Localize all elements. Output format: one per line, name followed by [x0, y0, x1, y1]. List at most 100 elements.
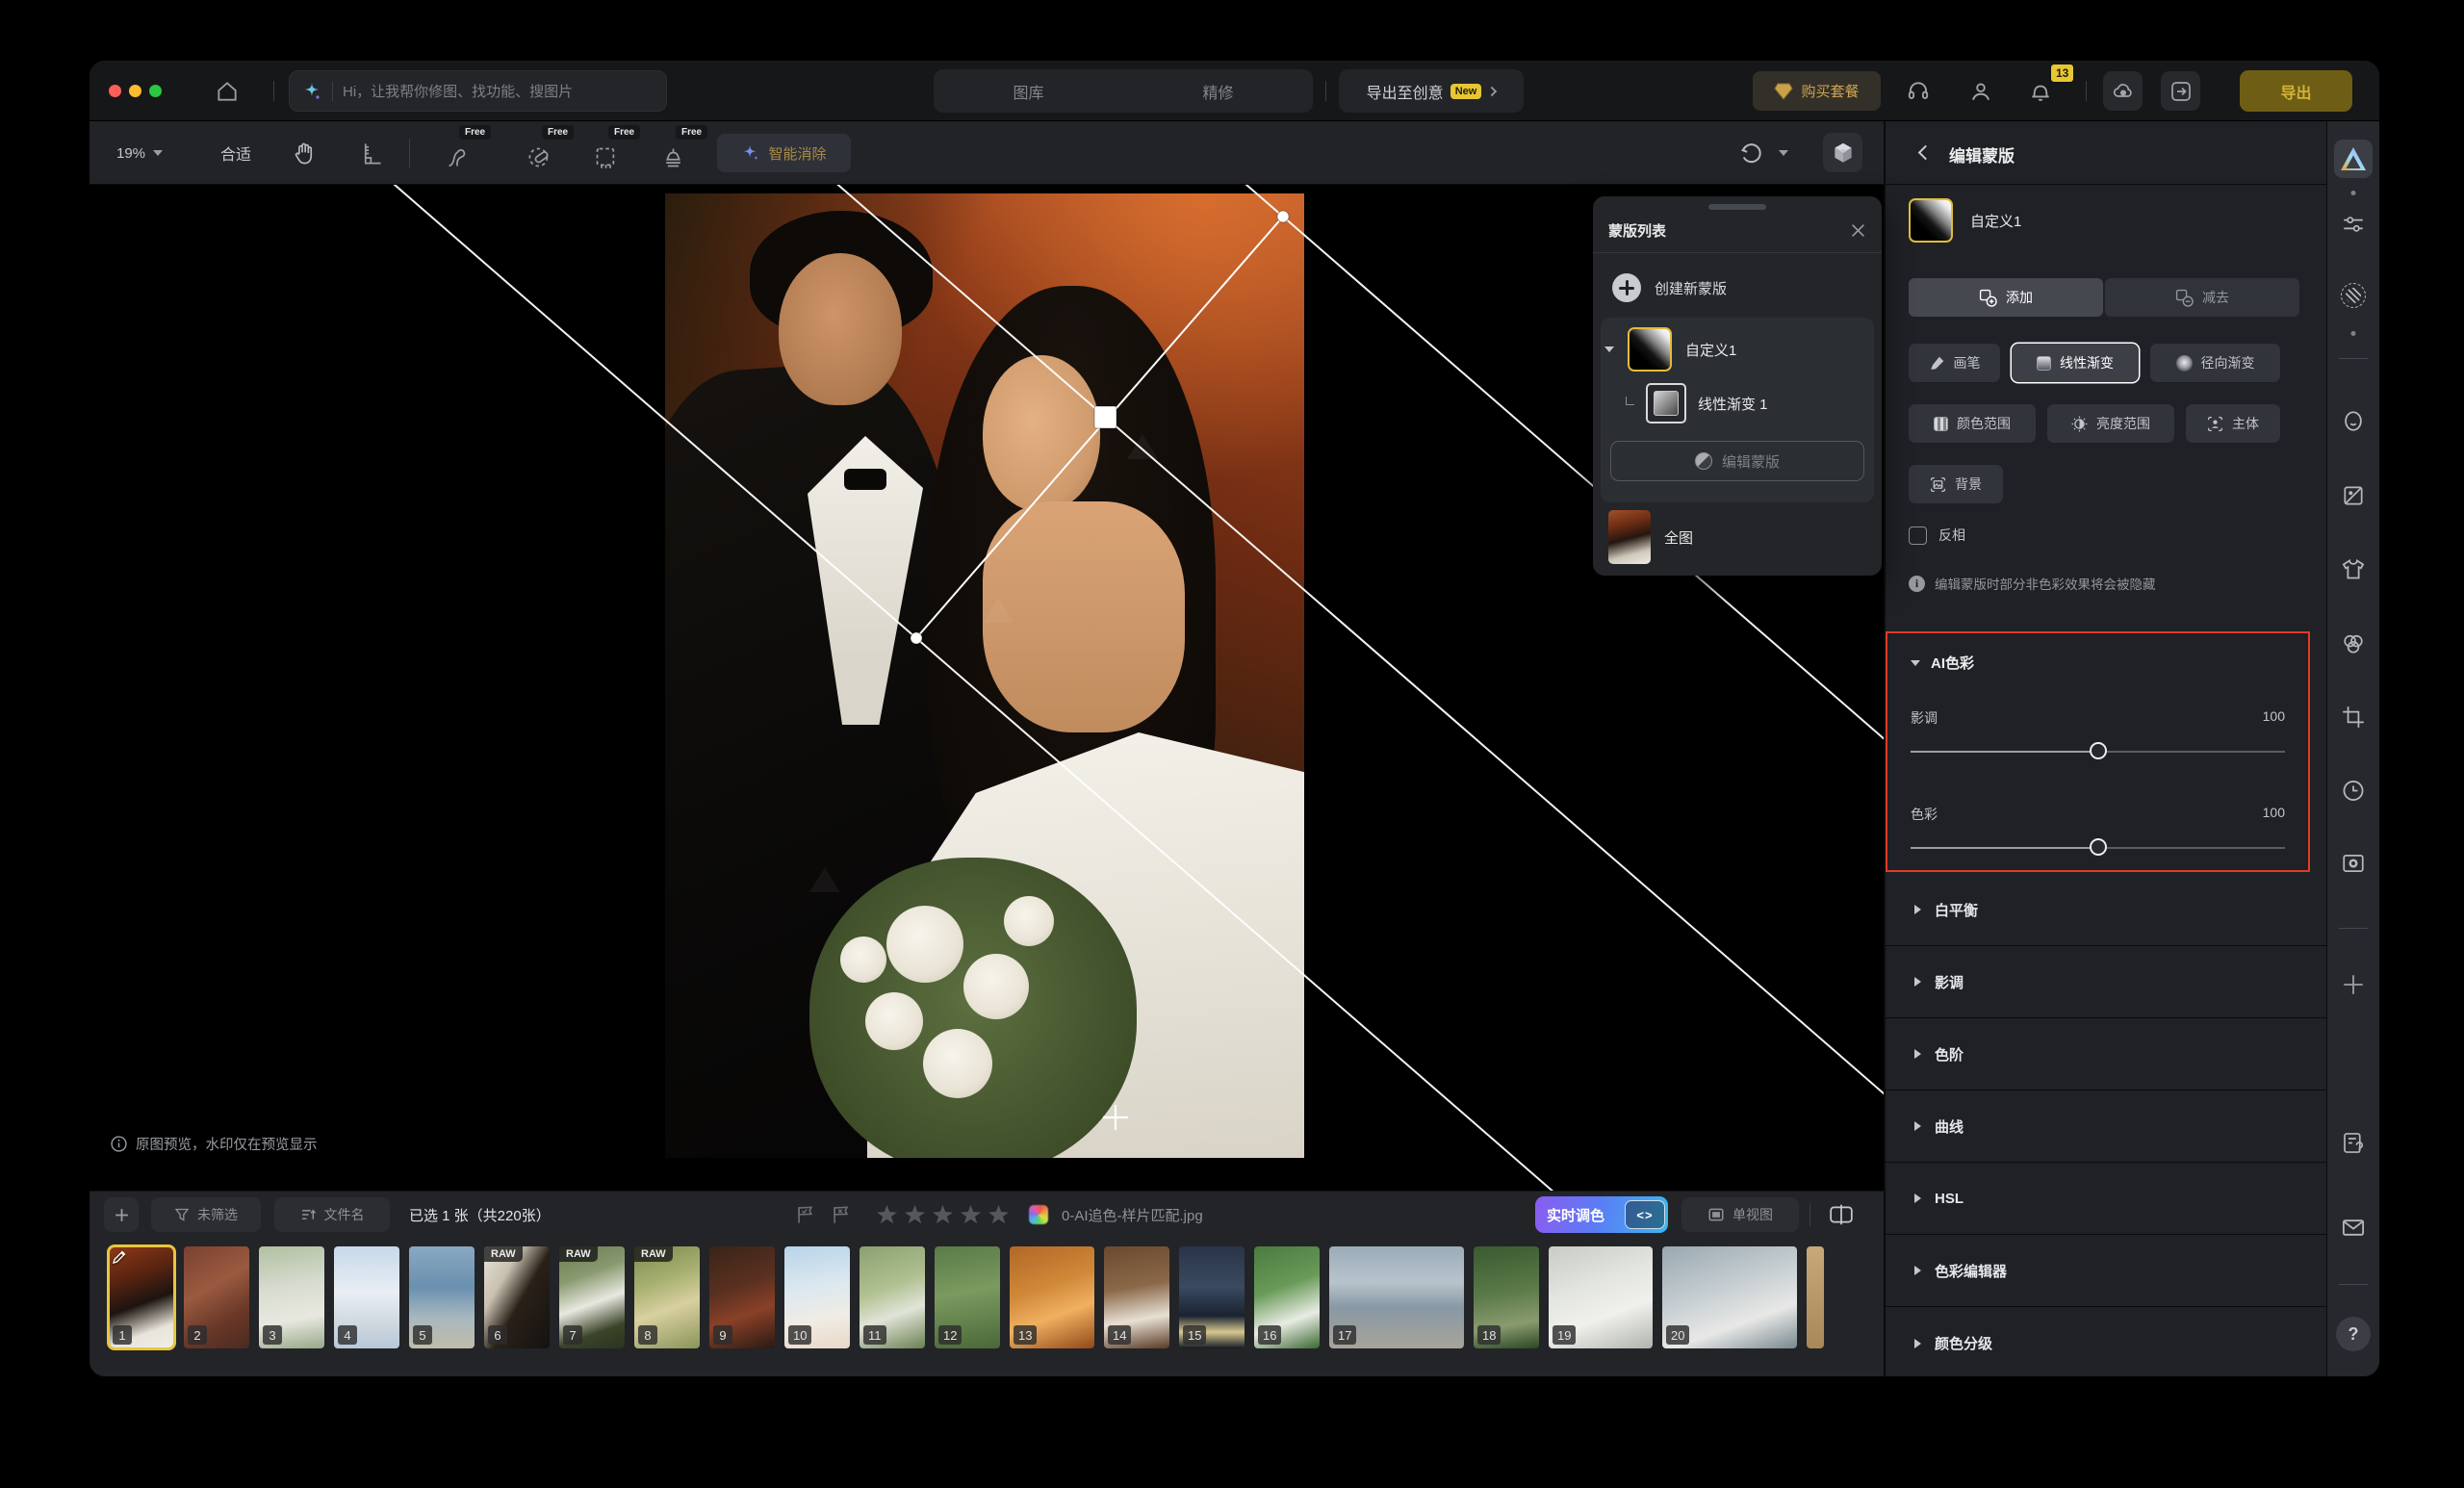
color-slider-knob[interactable]: [2090, 838, 2107, 856]
tool-linear-gradient[interactable]: 线性渐变: [2012, 344, 2139, 382]
star-rating-4[interactable]: [961, 1205, 981, 1224]
cloud-sync-button[interactable]: [2103, 71, 2143, 111]
current-mask-row[interactable]: 自定义1: [1909, 198, 2021, 243]
thumbnail-8[interactable]: RAW8: [634, 1246, 700, 1348]
thumbnail-1[interactable]: 1: [109, 1246, 174, 1348]
tab-retouch[interactable]: 精修: [1123, 69, 1313, 113]
invert-checkbox-row[interactable]: 反相: [1909, 526, 1965, 545]
color-label-icon[interactable]: [1029, 1205, 1048, 1224]
ai-color-section-header[interactable]: AI色彩: [1911, 653, 1974, 673]
tone-slider[interactable]: [1911, 751, 2285, 753]
tone-slider-knob[interactable]: [2090, 742, 2107, 759]
tool-color-range[interactable]: 颜色范围: [1909, 404, 2036, 443]
clothing-icon[interactable]: [2341, 556, 2367, 582]
history-dropdown-icon[interactable]: [1779, 150, 1788, 156]
smart-erase-button[interactable]: 智能消除: [717, 134, 851, 172]
help-button[interactable]: ?: [2336, 1317, 2371, 1351]
section-hsl[interactable]: HSL: [1886, 1163, 2326, 1235]
single-view-button[interactable]: 单视图: [1681, 1197, 1799, 1232]
mail-icon[interactable]: [2341, 1215, 2367, 1241]
close-window-button[interactable]: [109, 85, 121, 97]
star-rating-1[interactable]: [877, 1205, 897, 1224]
portrait-icon[interactable]: [2341, 408, 2367, 434]
history-icon[interactable]: [2341, 778, 2367, 804]
thumbnail-4[interactable]: 4: [334, 1246, 399, 1348]
thumbnail-12[interactable]: 12: [935, 1246, 1000, 1348]
invert-checkbox[interactable]: [1909, 526, 1927, 545]
color-slider[interactable]: [1911, 847, 2285, 849]
support-headset-icon[interactable]: [1906, 79, 1931, 104]
thumbnail-16[interactable]: 16: [1254, 1246, 1320, 1348]
tool-background[interactable]: 背景: [1909, 465, 2003, 503]
thumbnail-10[interactable]: 10: [784, 1246, 850, 1348]
remove-object-tool[interactable]: [660, 144, 686, 170]
app-logo[interactable]: [2334, 140, 2373, 178]
tool-radial-gradient[interactable]: 径向渐变: [2150, 344, 2280, 382]
thumbnail-11[interactable]: 11: [860, 1246, 925, 1348]
flag-reject-icon[interactable]: [831, 1205, 851, 1225]
thumbnail-15[interactable]: 15: [1179, 1246, 1245, 1348]
buy-plan-button[interactable]: 购买套餐: [1753, 71, 1881, 111]
thumbnail-21-partial[interactable]: [1807, 1246, 1824, 1348]
share-export-button[interactable]: [2161, 71, 2200, 111]
thumbnail-13[interactable]: 13: [1010, 1246, 1094, 1348]
split-view-button[interactable]: [1820, 1197, 1862, 1232]
section-levels[interactable]: 色阶: [1886, 1018, 2326, 1090]
adjustments-icon[interactable]: [2341, 212, 2366, 237]
section-white-balance[interactable]: 白平衡: [1886, 874, 2326, 946]
star-rating-5[interactable]: [988, 1205, 1009, 1224]
tool-subject[interactable]: 主体: [2186, 404, 2280, 443]
thumbnail-19[interactable]: 19: [1549, 1246, 1653, 1348]
back-chevron-icon[interactable]: [1918, 145, 1934, 161]
tool-brush[interactable]: 画笔: [1909, 344, 2000, 382]
zoom-window-button[interactable]: [149, 85, 162, 97]
mask-tool-icon[interactable]: [2341, 283, 2366, 308]
liquify-tool[interactable]: [444, 144, 470, 170]
section-tone[interactable]: 影调: [1886, 946, 2326, 1018]
color-blend-icon[interactable]: [2341, 631, 2367, 657]
add-photos-button[interactable]: [104, 1197, 139, 1232]
drag-handle[interactable]: [1708, 204, 1766, 210]
create-mask-button[interactable]: 创建新蒙版: [1606, 264, 1868, 312]
section-color-grading[interactable]: 颜色分级: [1886, 1307, 2326, 1376]
close-icon[interactable]: [1850, 222, 1866, 239]
thumbnail-6[interactable]: RAW6: [484, 1246, 550, 1348]
thumbnail-20[interactable]: 20: [1662, 1246, 1797, 1348]
ai-assistant-search[interactable]: Hi，让我帮你修图、找功能、搜图片: [289, 70, 667, 112]
collapse-caret-icon[interactable]: [1604, 346, 1614, 352]
compare-toggle[interactable]: <>: [1625, 1200, 1665, 1229]
filter-button[interactable]: 未筛选: [151, 1197, 261, 1232]
add-panel-icon[interactable]: [2341, 972, 2366, 997]
undo-icon[interactable]: [1737, 141, 1763, 167]
tab-library[interactable]: 图库: [934, 69, 1123, 113]
thumbnail-3[interactable]: 3: [259, 1246, 324, 1348]
thumbnail-2[interactable]: 2: [184, 1246, 249, 1348]
patch-tool[interactable]: [593, 144, 619, 170]
thumbnail-14[interactable]: 14: [1104, 1246, 1169, 1348]
section-curves[interactable]: 曲线: [1886, 1090, 2326, 1163]
thumbnail-17[interactable]: 17: [1329, 1246, 1464, 1348]
notifications-bell-icon[interactable]: [2028, 79, 2053, 104]
mask-item-custom[interactable]: 自定义1: [1608, 327, 1736, 372]
ruler-guides-tool[interactable]: [359, 141, 385, 167]
mask-item-full-image[interactable]: 全图: [1606, 510, 1693, 564]
sort-button[interactable]: 文件名: [274, 1197, 390, 1232]
home-icon[interactable]: [215, 79, 240, 104]
minimize-window-button[interactable]: [129, 85, 141, 97]
thumbnail-18[interactable]: 18: [1474, 1246, 1539, 1348]
export-button[interactable]: 导出: [2240, 70, 2352, 112]
vignette-icon[interactable]: [2341, 851, 2366, 876]
export-to-creative-button[interactable]: 导出至创意 New: [1339, 69, 1524, 113]
tool-luminance-range[interactable]: 亮度范围: [2047, 404, 2174, 443]
edit-mask-button[interactable]: 编辑蒙版: [1610, 441, 1864, 481]
3d-lut-button[interactable]: [1823, 133, 1862, 172]
fit-view-button[interactable]: 合适: [220, 121, 251, 185]
section-color-editor[interactable]: 色彩编辑器: [1886, 1235, 2326, 1307]
mask-subtract-button[interactable]: 减去: [2105, 278, 2299, 317]
account-icon[interactable]: [1968, 79, 1993, 104]
heal-tool[interactable]: [526, 144, 552, 170]
filters-icon[interactable]: [2341, 483, 2366, 508]
hand-tool[interactable]: [292, 141, 318, 167]
feedback-doc-icon[interactable]: [2341, 1130, 2367, 1156]
thumbnail-5[interactable]: 5: [409, 1246, 475, 1348]
